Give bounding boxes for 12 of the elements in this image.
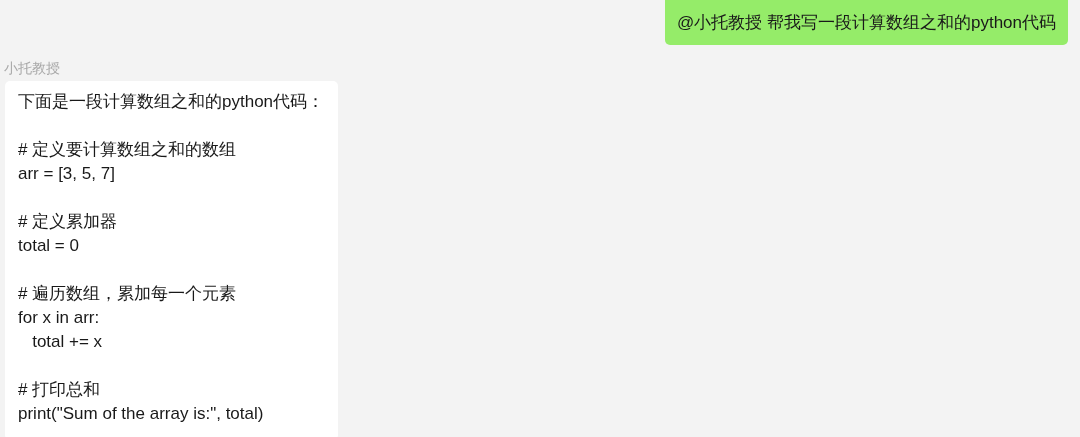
message-text: 下面是一段计算数组之和的python代码： [18,91,325,113]
code-line: arr = [3, 5, 7] [18,163,116,185]
code-line: print("Sum of the array is:", total) [18,403,265,425]
code-line: # 定义累加器 [18,211,119,233]
sender-name: 小托教授 [4,59,61,77]
message-text: @小托教授 帮我写一段计算数组之和的python代码 [676,13,1056,32]
code-line: # 打印总和 [18,379,102,401]
code-line: for x in arr: [18,307,101,329]
code-line: # 遍历数组，累加每一个元素 [18,283,238,305]
code-line: # 定义要计算数组之和的数组 [18,139,238,161]
code-line: total += x [31,331,104,353]
code-line: total = 0 [18,235,80,257]
